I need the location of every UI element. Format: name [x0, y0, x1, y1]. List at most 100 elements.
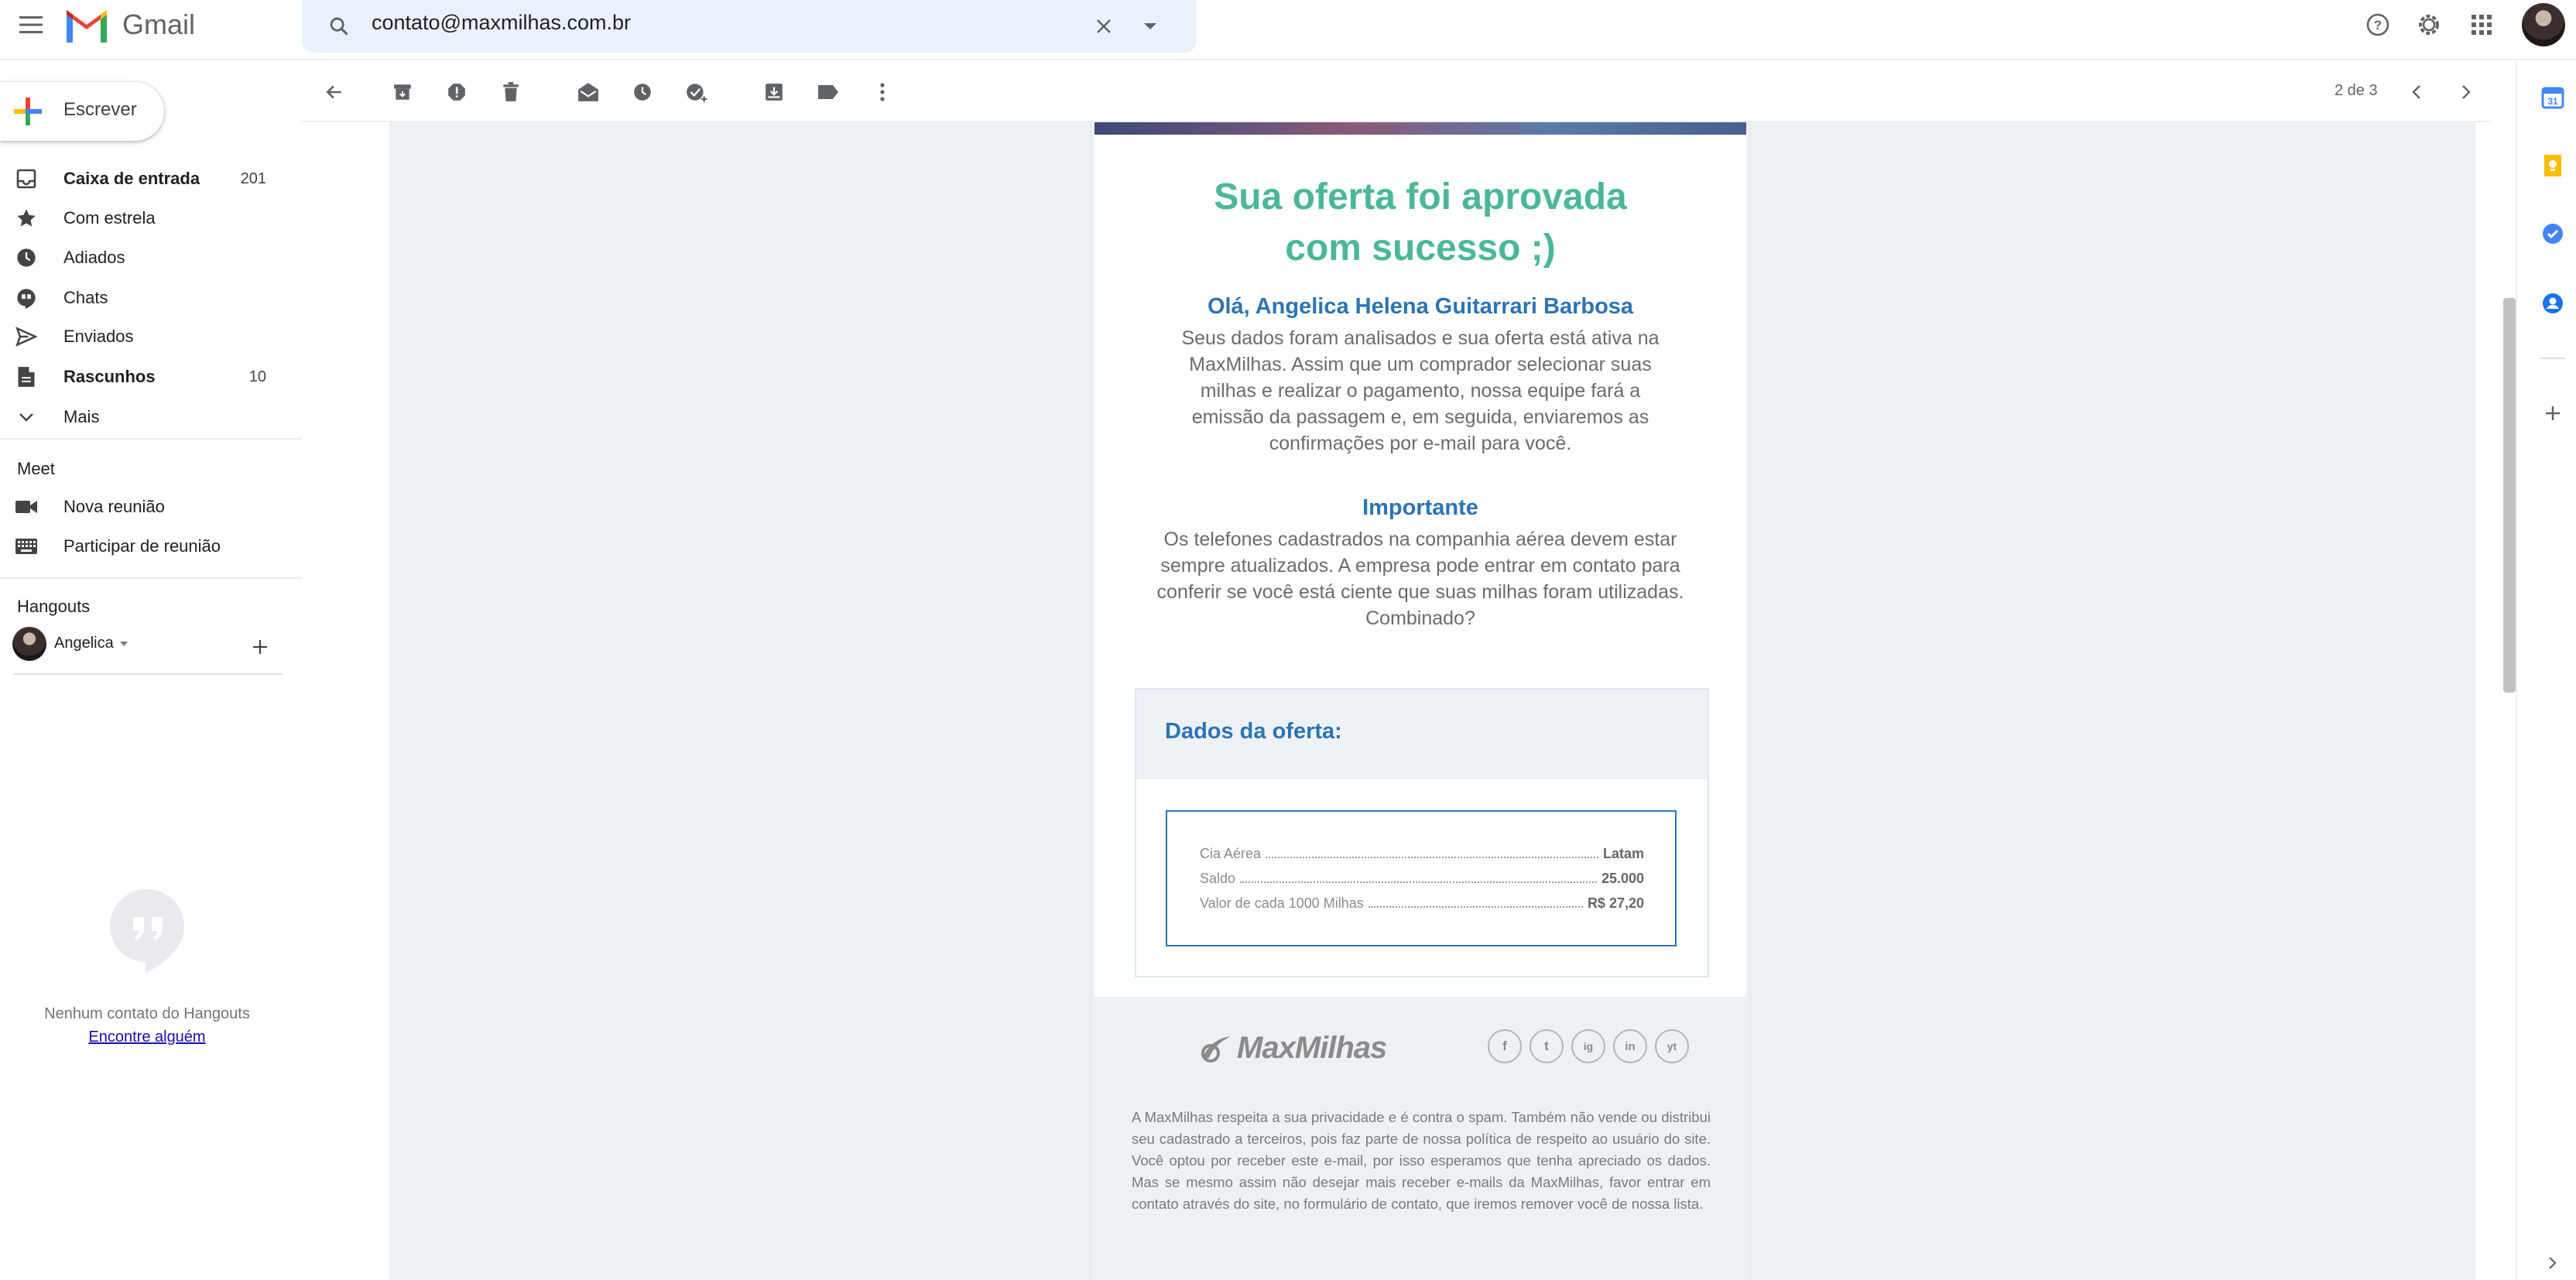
snooze-clock-icon[interactable]	[622, 72, 663, 112]
divider	[0, 438, 302, 440]
hangouts-user-name[interactable]: Angelica	[54, 635, 114, 652]
footer-disclaimer: A MaxMilhas respeita a sua privacidade e…	[1132, 1109, 1711, 1212]
airplane-swoosh-icon	[1201, 1036, 1231, 1063]
unread-count: 201	[240, 170, 266, 187]
account-avatar[interactable]	[2522, 3, 2565, 46]
svg-text:31: 31	[2547, 96, 2558, 107]
clear-search-icon[interactable]	[1084, 6, 1124, 46]
youtube-icon[interactable]: yt	[1655, 1029, 1689, 1063]
contacts-icon[interactable]	[2537, 288, 2568, 319]
expand-panel-chevron-icon[interactable]	[2537, 1249, 2568, 1277]
offer-row-label: Cia Aérea	[1200, 846, 1262, 861]
sidebar-item-label: Nova reunião	[63, 497, 165, 516]
maxmilhas-wordmark: MaxMilhas	[1237, 1030, 1387, 1065]
sidebar-item-label: Enviados	[63, 327, 134, 346]
offer-row-value: Latam	[1602, 846, 1644, 861]
compose-button[interactable]: Escrever	[0, 82, 164, 141]
maxmilhas-logo[interactable]: MaxMilhas	[1198, 1026, 1387, 1070]
search-options-icon[interactable]	[1130, 6, 1170, 46]
offer-row: Saldo 25.000	[1200, 867, 1644, 887]
gmail-logo[interactable]: Gmail	[63, 3, 195, 46]
new-meeting-item[interactable]: Nova reunião	[0, 488, 279, 526]
hangouts-user-avatar[interactable]	[12, 627, 46, 661]
linkedin-icon[interactable]: in	[1613, 1029, 1647, 1063]
add-to-tasks-icon[interactable]	[677, 72, 717, 112]
meet-section-title: Meet	[17, 459, 55, 478]
facebook-icon[interactable]: f	[1488, 1029, 1522, 1063]
inbox-icon	[14, 166, 39, 191]
twitter-icon[interactable]: t	[1530, 1029, 1564, 1063]
search-icon[interactable]	[319, 6, 359, 46]
offer-row: Cia Aérea Latam	[1200, 842, 1644, 862]
older-chevron-right-icon[interactable]	[2446, 72, 2486, 112]
settings-gear-icon[interactable]	[2407, 3, 2451, 46]
search-bar[interactable]: contato@maxmilhas.com.br	[302, 0, 1197, 53]
offer-details-title: Dados da oferta:	[1165, 719, 1342, 744]
google-apps-icon[interactable]	[2460, 3, 2503, 46]
video-camera-icon	[14, 495, 39, 519]
newer-chevron-left-icon[interactable]	[2396, 72, 2437, 112]
sidebar-item-inbox[interactable]: Caixa de entrada 201	[0, 159, 279, 198]
get-addons-plus-icon[interactable]	[2537, 398, 2568, 429]
gmail-m-icon	[67, 10, 107, 43]
message-toolbar: 2 de 3	[302, 62, 2492, 122]
main-menu-icon[interactable]	[9, 3, 53, 46]
important-heading: Importante	[1362, 495, 1478, 520]
instagram-icon[interactable]: ig	[1571, 1029, 1605, 1063]
move-to-icon[interactable]	[754, 72, 794, 112]
chat-bubble-icon	[14, 286, 39, 310]
gmail-window: Gmail contato@maxmilhas.com.br ? Escreve…	[0, 0, 2576, 1280]
sidebar-item-starred[interactable]: Com estrela	[0, 199, 279, 238]
keyboard-icon	[14, 534, 39, 559]
sidebar-item-label: Rascunhos	[63, 367, 156, 386]
mark-unread-icon[interactable]	[568, 72, 608, 112]
intro-paragraph: Seus dados foram analisados e sua oferta…	[1181, 327, 1660, 454]
keep-notes-icon[interactable]	[2537, 150, 2568, 181]
divider	[2540, 358, 2565, 359]
offer-row-label: Saldo	[1200, 871, 1236, 886]
sidebar-item-snoozed[interactable]: Adiados	[0, 238, 279, 277]
more-options-icon[interactable]	[862, 72, 903, 112]
email-column-border	[1090, 122, 1091, 1280]
search-input[interactable]: contato@maxmilhas.com.br	[372, 11, 631, 35]
send-icon	[14, 324, 39, 349]
top-bar: Gmail contato@maxmilhas.com.br ?	[0, 0, 2576, 60]
sidebar-item-label: Adiados	[63, 248, 125, 267]
pager-text: 2 de 3	[2334, 82, 2378, 99]
sidebar-item-chats[interactable]: Chats	[0, 279, 279, 317]
report-spam-icon[interactable]	[437, 72, 477, 112]
offer-row: Valor de cada 1000 Milhas R$ 27,20	[1200, 892, 1644, 912]
clock-icon	[14, 245, 39, 270]
sidebar-item-drafts[interactable]: Rascunhos 10	[0, 358, 279, 396]
tasks-icon[interactable]	[2537, 218, 2568, 249]
offer-row-label: Valor de cada 1000 Milhas	[1200, 895, 1364, 911]
chevron-down-icon	[14, 405, 39, 430]
back-arrow-icon[interactable]	[314, 72, 355, 112]
archive-icon[interactable]	[382, 72, 423, 112]
help-icon[interactable]: ?	[2356, 3, 2400, 46]
hero-image	[1094, 122, 1746, 135]
sidebar-item-sent[interactable]: Enviados	[0, 317, 279, 356]
sidebar-item-more[interactable]: Mais	[0, 398, 279, 436]
find-someone-link[interactable]: Encontre alguém	[23, 1028, 271, 1046]
email-headline: Sua oferta foi aprovada com sucesso ;)	[1094, 172, 1746, 274]
draft-count: 10	[248, 368, 266, 385]
draft-icon	[14, 364, 39, 389]
delete-trash-icon[interactable]	[491, 72, 531, 112]
scrollbar-thumb[interactable]	[2503, 298, 2516, 693]
sidebar-item-label: Mais	[63, 407, 100, 426]
svg-text:?: ?	[2374, 18, 2382, 33]
no-hangouts-contacts-text: Nenhum contato do Hangouts	[44, 1005, 250, 1022]
join-meeting-item[interactable]: Participar de reunião	[0, 527, 279, 566]
divider	[14, 673, 282, 675]
status-dropdown-icon[interactable]	[118, 638, 130, 650]
label-tag-icon[interactable]	[808, 72, 848, 112]
offer-row-value: 25.000	[1601, 871, 1644, 886]
calendar-icon[interactable]: 31	[2537, 82, 2568, 113]
compose-plus-icon	[14, 98, 42, 125]
sidebar-item-label: Participar de reunião	[63, 536, 221, 556]
gmail-wordmark: Gmail	[122, 9, 196, 40]
important-paragraph: Os telefones cadastrados na companhia aé…	[1156, 529, 1684, 629]
headline-line: com sucesso ;)	[1285, 228, 1556, 269]
add-contact-icon[interactable]	[246, 633, 274, 661]
